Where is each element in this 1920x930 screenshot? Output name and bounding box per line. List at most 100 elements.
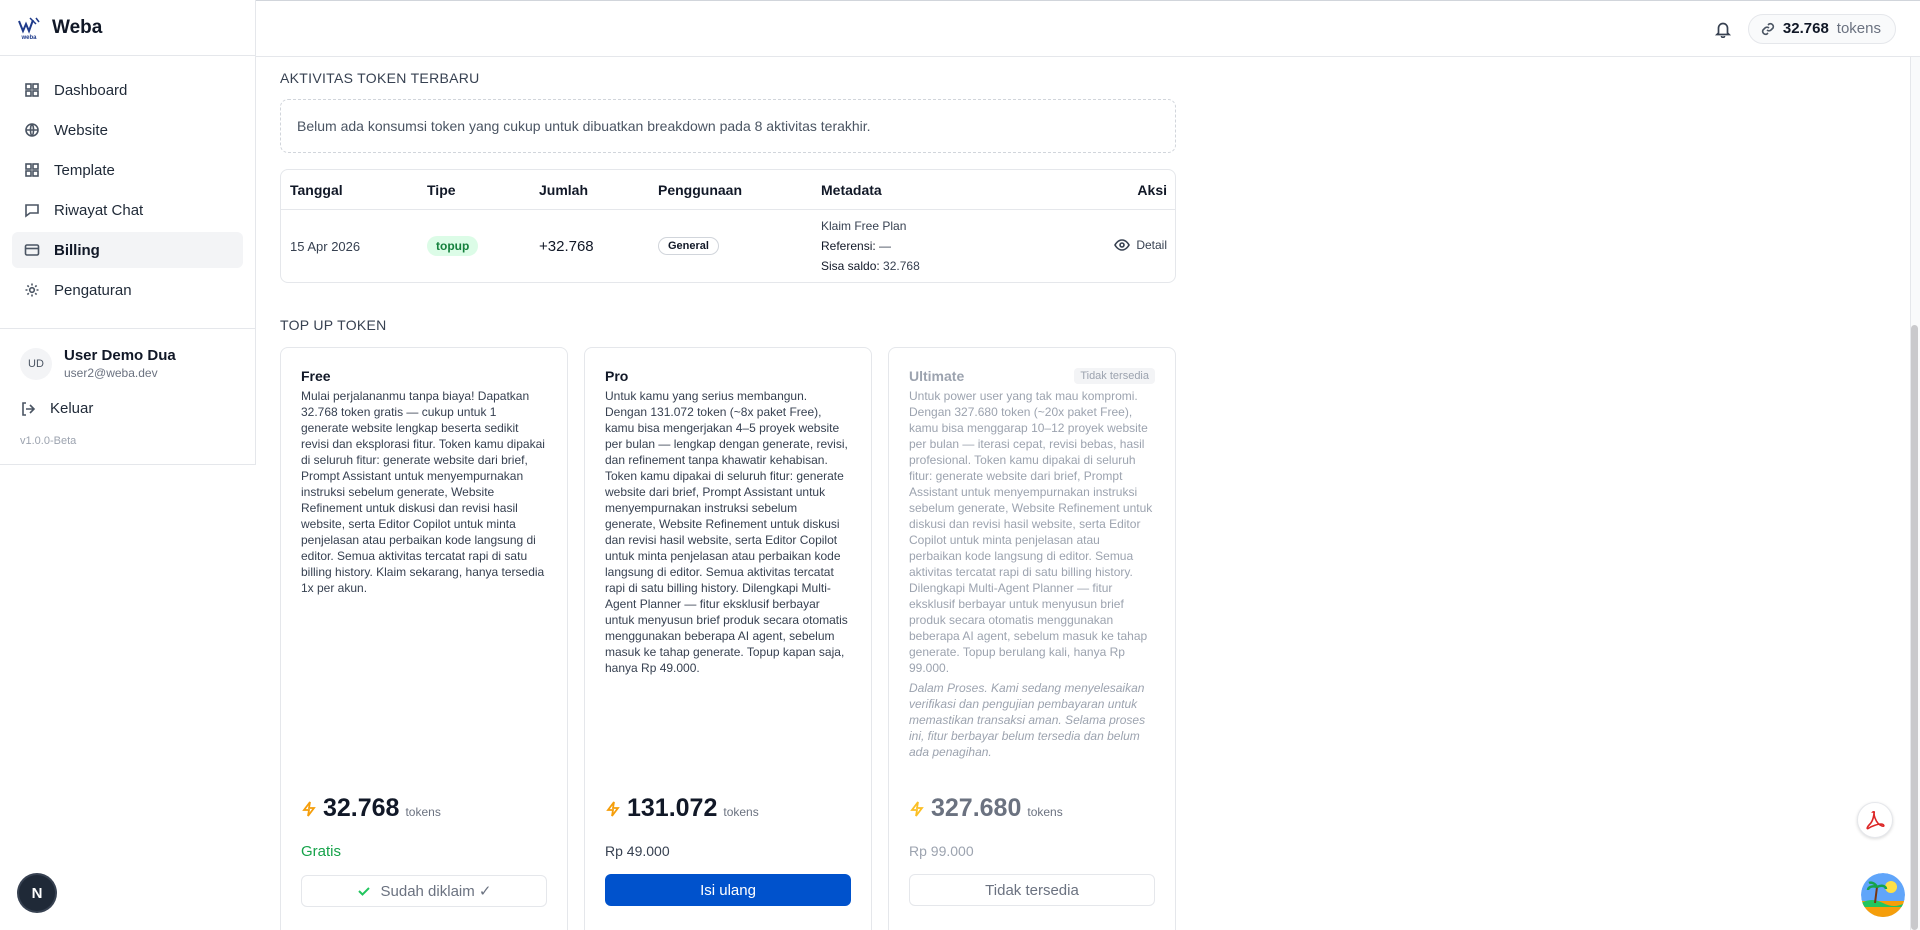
plan-token-amount: 32.768 [323,794,400,822]
detail-button[interactable]: Detail [1114,237,1167,253]
app-version: v1.0.0-Beta [20,435,77,447]
beach-avatar-icon[interactable] [1861,873,1905,917]
bell-icon[interactable] [1714,20,1732,38]
pdf-icon[interactable] [1857,802,1893,838]
column-header: Tipe [427,181,456,198]
column-header: Aksi [1137,181,1167,198]
column-header: Penggunaan [658,181,743,198]
sidebar-item-label: Billing [54,241,100,259]
plan-note: Dalam Proses. Kami sedang menyelesaikan … [909,681,1146,759]
meta-balance-label: Sisa saldo: [821,259,880,273]
plan-name: Ultimate [909,368,965,384]
topbar: 32.768 tokens [256,0,1920,57]
user-profile[interactable]: UD User Demo Dua user2@weba.dev [20,347,235,380]
meta-balance-value: 32.768 [883,259,920,273]
weba-logo-icon: weba [16,15,42,41]
sidebar-item-website[interactable]: Website [12,112,243,148]
button-label: Sudah diklaim ✓ [380,883,492,900]
plan-price: Rp 49.000 [605,843,670,859]
main-content: AKTIVITAS TOKEN TERBARU Belum ada konsum… [280,57,1176,930]
plan-token-unit: tokens [723,805,759,819]
plan-price-block: 32.768 tokens Gratis Sudah diklaim ✓ [301,794,547,907]
table-header: Tanggal Tipe Jumlah Penggunaan Metadata … [281,170,1175,210]
sidebar-item-billing[interactable]: Billing [12,232,243,268]
plan-description: Untuk power user yang tak mau kompromi. … [909,389,1153,675]
meta-ref-value: — [879,239,892,253]
plan-price: Rp 99.000 [909,843,974,859]
plan-name: Pro [605,368,629,384]
sidebar: weba Weba Dashboard Website Template Riw… [0,0,256,465]
plan-description: Mulai perjalananmu tanpa biaya! Dapatkan… [301,389,545,595]
bolt-icon [606,801,620,817]
svg-text:weba: weba [20,35,37,41]
detail-label: Detail [1136,237,1167,252]
sidebar-item-riwayat-chat[interactable]: Riwayat Chat [12,192,243,228]
sidebar-item-template[interactable]: Template [12,152,243,188]
plan-card-ultimate: Ultimate Tidak tersedia Untuk power user… [888,347,1176,930]
grid-icon [25,163,39,177]
sidebar-item-label: Riwayat Chat [54,201,144,219]
logout-icon [22,401,36,416]
logout-button[interactable]: Keluar [20,400,235,417]
sidebar-nav: Dashboard Website Template Riwayat Chat … [0,56,255,320]
plan-token-amount: 327.680 [931,794,1022,822]
chat-icon [25,204,39,218]
plan-cards: Free Mulai perjalananmu tanpa biaya! Dap… [280,347,1176,930]
plan-price-block: 327.680 tokens Rp 99.000 Tidak tersedia [909,794,1155,906]
meta-ref-label: Referensi: [821,239,876,253]
user-email: user2@weba.dev [64,366,158,380]
eye-icon [1114,238,1131,251]
topup-button[interactable]: Isi ulang [605,874,851,906]
plan-price-block: 131.072 tokens Rp 49.000 Isi ulang [605,794,851,906]
token-balance-unit: tokens [1836,20,1881,37]
activity-empty-message: Belum ada konsumsi token yang cukup untu… [280,99,1176,153]
sidebar-item-dashboard[interactable]: Dashboard [12,72,243,108]
scrollbar-thumb[interactable] [1911,325,1918,930]
token-balance-pill[interactable]: 32.768 tokens [1747,13,1896,44]
column-header: Metadata [821,181,882,198]
row-amount: +32.768 [539,237,594,255]
plan-name: Free [301,368,331,384]
link-icon [1761,22,1774,35]
grid-icon [25,83,39,97]
brand[interactable]: weba Weba [0,0,255,56]
nextjs-devtools-button[interactable]: N [19,875,55,911]
plan-token-amount: 131.072 [627,794,718,822]
check-icon [357,887,370,896]
sidebar-item-label: Pengaturan [54,281,132,299]
sidebar-item-label: Website [54,121,108,139]
credit-card-icon [24,244,40,256]
sidebar-item-label: Template [54,161,115,179]
plan-card-free: Free Mulai perjalananmu tanpa biaya! Dap… [280,347,568,930]
row-metadata: Klaim Free Plan Referensi: — Sisa saldo:… [821,216,1067,276]
bolt-icon [910,801,924,817]
claimed-button[interactable]: Sudah diklaim ✓ [301,875,547,907]
table-row: 15 Apr 2026 topup +32.768 General Klaim … [281,210,1175,282]
unavailable-button[interactable]: Tidak tersedia [909,874,1155,906]
meta-title: Klaim Free Plan [821,219,907,233]
scrollbar[interactable] [1910,57,1920,930]
token-balance-value: 32.768 [1782,20,1829,37]
usage-badge: General [658,237,719,255]
plan-token-unit: tokens [405,805,441,819]
logout-label: Keluar [50,400,94,417]
globe-icon [25,123,39,137]
user-section: UD User Demo Dua user2@weba.dev Keluar v… [0,328,255,447]
column-header: Jumlah [539,181,589,198]
sidebar-item-label: Dashboard [54,81,128,99]
plan-card-pro: Pro Untuk kamu yang serius membangun. De… [584,347,872,930]
bolt-icon [302,801,316,817]
activity-section-title: AKTIVITAS TOKEN TERBARU [280,70,480,86]
unavailable-badge: Tidak tersedia [1074,368,1155,384]
sidebar-item-pengaturan[interactable]: Pengaturan [12,272,243,308]
plan-description: Untuk kamu yang serius membangun. Dengan… [605,389,848,675]
activity-table: Tanggal Tipe Jumlah Penggunaan Metadata … [280,169,1176,283]
plan-token-unit: tokens [1027,805,1063,819]
user-name: User Demo Dua [64,347,176,364]
avatar: UD [20,347,52,380]
brand-name: Weba [52,16,103,38]
gear-icon [25,283,39,297]
column-header: Tanggal [290,181,343,198]
row-date: 15 Apr 2026 [290,238,361,254]
type-badge: topup [427,236,479,256]
